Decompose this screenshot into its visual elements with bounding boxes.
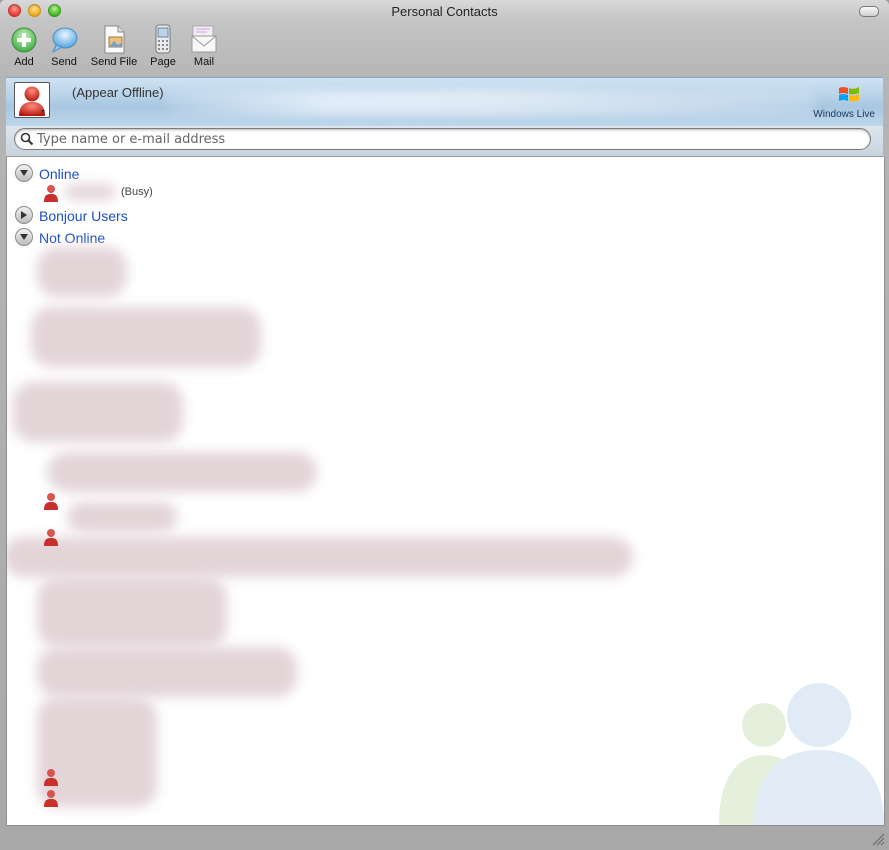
page-button[interactable]: Page [148,24,178,68]
redacted-contacts-block [47,452,317,492]
send-file-button-label: Send File [90,56,138,68]
send-file-button[interactable]: Send File [88,24,140,68]
mobile-phone-icon [149,24,177,54]
group-bonjour-users[interactable]: Bonjour Users [15,206,128,224]
redacted-contacts-block [37,577,227,647]
toolbar: Add Send Send File Page Mail [0,24,889,74]
disclosure-triangle-right-icon[interactable] [15,206,33,224]
search-input[interactable] [35,130,859,149]
group-online-label: Online [39,166,80,182]
online-status-text[interactable]: (Appear Offline) [72,85,164,100]
user-silhouette-icon [19,86,45,116]
page-button-label: Page [150,56,176,68]
search-bar [6,126,883,157]
contact-list[interactable]: Online (Busy) Bonjour Users Not Online [6,157,885,826]
profile-banner: (Appear Offline) Windows Live [6,77,883,127]
resize-grip-icon[interactable] [871,832,885,846]
group-online[interactable]: Online [15,164,79,182]
mail-button-label: Mail [193,56,215,68]
redacted-contacts-block [13,382,183,442]
contact-status: (Busy) [121,186,153,198]
disclosure-triangle-down-icon[interactable] [15,228,33,246]
redacted-contacts-block [67,502,177,532]
redacted-personal-message [166,90,816,116]
offline-buddy-icon[interactable] [43,768,59,786]
offline-buddy-icon[interactable] [43,789,59,807]
add-button[interactable]: Add [8,24,40,68]
redacted-contacts-block [7,537,633,577]
send-button[interactable]: Send [48,24,80,68]
toolbar-toggle-button[interactable] [859,6,879,17]
send-file-icon [100,24,128,54]
search-field[interactable] [14,128,871,150]
title-bar[interactable]: Personal Contacts [0,0,889,22]
speech-bubble-icon [50,24,78,54]
search-icon [20,132,34,146]
messenger-window: Personal Contacts Add Send Send File Pag… [0,0,889,850]
contact-busy[interactable]: (Busy) [43,184,243,202]
windows-live-logo: Windows Live [811,84,875,120]
busy-buddy-icon [44,185,58,202]
redacted-contacts-block [31,307,261,367]
redacted-contacts-block [37,247,127,297]
offline-buddy-icon[interactable] [43,492,59,510]
group-not-online-label: Not Online [39,230,106,246]
offline-buddy-icon[interactable] [43,528,59,546]
avatar[interactable] [14,82,50,118]
mail-icon [190,24,218,54]
windows-live-text: Windows Live [813,109,875,120]
window-title: Personal Contacts [391,4,498,19]
windows-flag-icon [839,87,859,102]
redacted-contact-name [65,184,115,200]
messenger-buddies-watermark-icon [719,683,884,825]
add-icon [10,24,38,54]
group-bonjour-users-label: Bonjour Users [39,208,128,224]
disclosure-triangle-down-icon[interactable] [15,164,33,182]
send-button-label: Send [51,56,77,68]
mail-button[interactable]: Mail [188,24,220,68]
redacted-contacts-block [37,647,297,697]
add-button-label: Add [14,56,34,68]
group-not-online[interactable]: Not Online [15,228,105,246]
